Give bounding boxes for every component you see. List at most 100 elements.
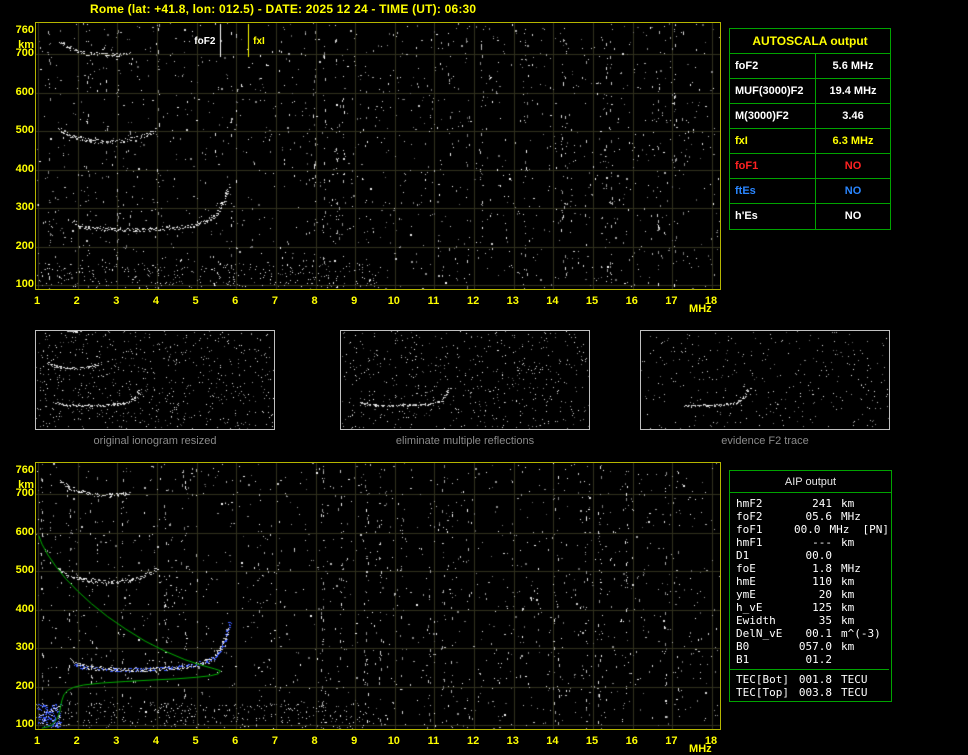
aip-param-unit: km <box>841 640 855 653</box>
x-tick-label: 9 <box>351 735 358 747</box>
x-axis-unit: MHz <box>689 303 712 315</box>
ionogram-top-canvas <box>36 23 720 289</box>
aip-param-value: 00.0 <box>805 549 833 562</box>
aip-param-name: h_vE <box>736 601 763 614</box>
aip-param-unit: km <box>841 601 855 614</box>
aip-separator <box>730 669 889 670</box>
thumbnail-original-canvas <box>36 331 274 429</box>
autoscala-header: AUTOSCALA output <box>730 29 890 54</box>
x-tick-label: 4 <box>152 735 159 747</box>
aip-param-unit: km <box>841 614 855 627</box>
x-tick-label: 5 <box>192 735 199 747</box>
autoscala-param-value: NO <box>844 210 862 222</box>
x-tick-label: 12 <box>466 735 480 747</box>
aip-param-name: TEC[Bot] <box>736 673 789 686</box>
x-tick-label: 1 <box>33 735 41 747</box>
x-tick-label: 10 <box>387 735 400 747</box>
aip-rows: hmF2 241 km foF2 05.6 MHz foF1 00.0 MHz [PN] hmF1-… <box>736 497 889 666</box>
x-axis-unit: MHz <box>689 743 712 755</box>
thumbnail-evidence-canvas <box>641 331 889 429</box>
aip-row-delnve: DelN_vE 00.1 m^(-3) <box>736 627 889 640</box>
x-tick-label: 14 <box>546 295 559 307</box>
aip-row-b1: B1 01.2 <box>736 653 889 666</box>
y-tick-label: 760 <box>15 464 34 476</box>
aip-row-fof2: foF2 05.6 MHz <box>736 510 889 523</box>
aip-param-name: DelN_vE <box>736 627 783 640</box>
x-tick-label: 16 <box>625 735 638 747</box>
autoscala-row-fof1: foF1 NO <box>730 154 890 179</box>
x-tick-label: 13 <box>506 735 519 747</box>
y-tick-label: 100 <box>15 278 34 290</box>
aip-param-unit: TECU <box>841 686 868 699</box>
aip-row-tecbot: TEC[Bot] 001.8 TECU <box>736 673 889 686</box>
fxi-annotation-label: fxI <box>253 36 265 47</box>
aip-row-yme: ymE 20 km <box>736 588 889 601</box>
aip-param-value: 241 <box>812 497 832 510</box>
aip-row-fof1: foF1 00.0 MHz [PN] <box>736 523 889 536</box>
x-tick-label: 3 <box>113 735 120 747</box>
y-tick-label: 100 <box>15 718 34 730</box>
aip-param-unit: m^(-3) <box>841 627 881 640</box>
aip-param-extra <box>874 686 878 699</box>
autoscala-param-label: M(3000)F2 <box>730 104 816 128</box>
aip-param-unit: MHz <box>841 510 861 523</box>
aip-param-name: ymE <box>736 588 756 601</box>
y-tick-label: 400 <box>15 602 34 615</box>
y-tick-label: 500 <box>15 124 34 137</box>
autoscala-param-label: ftEs <box>730 179 816 203</box>
x-tick-label: 13 <box>506 295 519 307</box>
thumbnail-eliminate-canvas <box>341 331 589 429</box>
aip-param-name: hmF2 <box>736 497 763 510</box>
app-window: { "title": "Rome (lat: +41.8, lon: 012.5… <box>0 0 968 755</box>
x-tick-label: 6 <box>232 735 239 747</box>
aip-row-b0: B0 057.0 km <box>736 640 889 653</box>
x-tick-label: 15 <box>585 735 599 747</box>
aip-param-name: B0 <box>736 640 750 653</box>
x-tick-label: 4 <box>152 295 159 307</box>
aip-row-ewidth: Ewidth 35 km <box>736 614 889 627</box>
aip-param-extra <box>874 510 878 523</box>
aip-param-value: 05.6 <box>805 510 833 523</box>
autoscala-param-label: h'Es <box>730 204 816 229</box>
y-tick-label: 500 <box>15 564 34 577</box>
aip-output-table: AIP output hmF2 241 km foF2 05.6 MHz foF1 00.0 M… <box>729 470 892 702</box>
aip-param-extra <box>874 627 878 640</box>
x-tick-label: 7 <box>271 735 278 747</box>
x-tick-label: 12 <box>466 295 480 307</box>
thumbnail-evidence-f2 <box>640 330 890 430</box>
aip-param-name: Ewidth <box>736 614 776 627</box>
aip-param-value: 057.0 <box>798 640 832 653</box>
autoscala-param-label: fxI <box>730 129 816 153</box>
x-tick-label: 8 <box>311 295 318 307</box>
aip-param-extra <box>874 640 878 653</box>
aip-param-name: foF1 <box>736 523 763 536</box>
x-tick-label: 5 <box>192 295 199 307</box>
y-axis-unit: km <box>18 39 34 51</box>
aip-param-extra <box>874 562 878 575</box>
x-tick-label: 6 <box>232 295 239 307</box>
autoscala-param-label: foF2 <box>730 54 816 78</box>
aip-param-extra <box>874 549 878 562</box>
aip-param-value: 00.1 <box>805 627 833 640</box>
autoscala-param-label: foF1 <box>730 154 816 178</box>
aip-param-value: 01.2 <box>805 653 833 666</box>
x-tick-label: 10 <box>387 295 400 307</box>
aip-param-name: D1 <box>736 549 750 562</box>
autoscala-row-ftes: ftEs NO <box>730 179 890 204</box>
aip-body: hmF2 241 km foF2 05.6 MHz foF1 00.0 MHz [PN] hmF1-… <box>730 493 891 701</box>
thumbnail-eliminate-caption: eliminate multiple reflections <box>395 435 535 447</box>
aip-row-d1: D1 00.0 <box>736 549 889 562</box>
autoscala-param-value: NO <box>844 185 862 197</box>
aip-param-value: 125 <box>812 601 832 614</box>
aip-param-extra <box>874 601 878 614</box>
aip-param-value: 00.0 <box>793 523 821 536</box>
autoscala-param-value: 19.4 MHz <box>829 85 877 97</box>
autoscala-row-fof2: foF2 5.6 MHz <box>730 54 890 79</box>
autoscala-param-value: 3.46 <box>842 110 864 122</box>
x-tick-label: 8 <box>311 735 318 747</box>
aip-param-value: 001.8 <box>798 673 832 686</box>
autoscala-row-hes: h'Es NO <box>730 204 890 229</box>
thumbnail-evidence-caption: evidence F2 trace <box>721 435 809 447</box>
aip-param-extra <box>874 588 878 601</box>
aip-param-value: 003.8 <box>798 686 832 699</box>
